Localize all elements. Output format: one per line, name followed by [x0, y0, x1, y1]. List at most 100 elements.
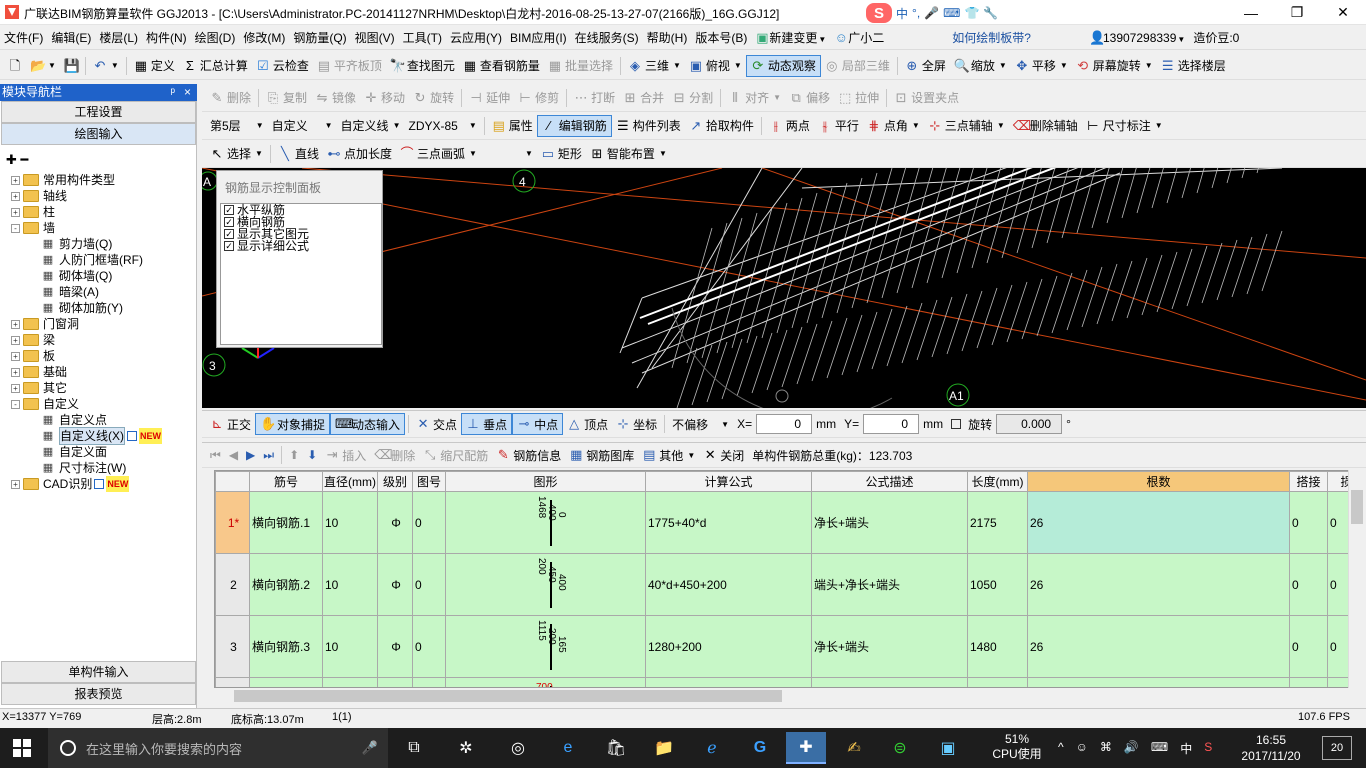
cell-len[interactable]: 700 — [967, 677, 1028, 687]
select-floor-button[interactable]: ☰ 选择楼层 — [1157, 55, 1230, 77]
cell-fig[interactable]: 1 — [412, 677, 446, 687]
expand-icon[interactable]: + — [11, 207, 20, 217]
tree-item[interactable]: ▦ 暗梁(A) — [41, 284, 99, 300]
single-component-button[interactable]: 单构件输入 — [1, 661, 196, 683]
cell-fig[interactable]: 0 — [412, 553, 446, 616]
tray-icons[interactable]: ^ ☺ ⌘ 🔊 ⌨ 中 S — [1058, 740, 1212, 757]
tree-item[interactable]: ▦ 自定义点 — [41, 412, 107, 428]
tree-item[interactable]: ▦ 砌体墙(Q) — [41, 268, 113, 284]
cell-fig[interactable]: 0 — [412, 615, 446, 678]
line-button[interactable]: ╲ 直线 — [274, 143, 323, 165]
menu-rebar[interactable]: 钢筋量(Q) — [289, 27, 350, 49]
cell-count[interactable]: 26 — [1027, 491, 1290, 554]
store-icon[interactable]: 🛍 — [596, 732, 636, 764]
cell-grade[interactable]: Φ — [377, 553, 413, 616]
component-list-button[interactable]: ☰ 构件列表 — [612, 115, 685, 137]
offset-button[interactable]: ⧉ 偏移 — [785, 87, 834, 109]
report-preview-button[interactable]: 报表预览 — [1, 683, 196, 705]
ggj-app-icon[interactable]: ✚ — [786, 732, 826, 764]
batch-select-button[interactable]: ▦ 批量选择 — [544, 55, 617, 77]
ie-icon[interactable]: ℯ — [692, 732, 732, 764]
cloud-check-button[interactable]: ☑ 云检查 — [252, 55, 313, 77]
first-record-button[interactable]: ⏮ — [206, 444, 225, 466]
table-row[interactable]: 4横向钢筋.410Φ1700700净长7002600 — [215, 677, 1363, 687]
table-row[interactable]: 2 横向钢筋.2 10 Φ 0 200 450 400 40*d+450+200 端头+净长+端头… — [215, 553, 1363, 616]
menu-cloud[interactable]: 云应用(Y) — [446, 27, 506, 49]
project-settings-button[interactable]: 工程设置 — [1, 101, 196, 123]
vertex-snap-button[interactable]: △ 顶点 — [563, 413, 612, 435]
chk-detailed-formula[interactable]: ✓ 显示详细公式 — [221, 240, 381, 252]
rebar-info-button[interactable]: ✎ 钢筋信息 — [492, 444, 565, 466]
expand-icon[interactable]: + — [11, 351, 20, 361]
select-button[interactable]: ↖ 选择 ▼ — [206, 143, 267, 165]
rotate-screen-button[interactable]: ⟲ 屏幕旋转 ▼ — [1072, 55, 1157, 77]
perp-snap-button[interactable]: ⊥ 垂点 — [461, 413, 513, 435]
browser-360-icon[interactable]: ◎ — [498, 732, 538, 764]
menu-view[interactable]: 视图(V) — [351, 27, 399, 49]
ime-tray[interactable]: 中 — [1180, 740, 1192, 757]
tree-item[interactable]: + 常用构件类型 — [11, 172, 115, 188]
cell-formula[interactable]: 1280+200 — [645, 615, 812, 678]
three-point-axis-button[interactable]: ⊹ 三点辅轴 ▼ — [924, 115, 1009, 137]
column-header[interactable] — [215, 471, 250, 492]
delete-button[interactable]: ✎ 删除 — [206, 87, 255, 109]
dynamic-input-button[interactable]: ⌨ 动态输入 — [330, 413, 406, 435]
intersect-snap-button[interactable]: ✕ 交点 — [412, 413, 461, 435]
cell-len[interactable]: 1050 — [967, 553, 1028, 616]
cell-name[interactable]: 横向钢筋.2 — [249, 553, 323, 616]
move-up-button[interactable]: ⬆ — [285, 444, 303, 466]
stretch-button[interactable]: ⬚ 拉伸 — [834, 87, 883, 109]
ime-toolbar[interactable]: S 中 °, 🎤 ⌨ 👕 🔧 — [866, 3, 1050, 23]
expand-icon[interactable]: + — [11, 191, 20, 201]
cell-dia[interactable]: 10 — [322, 491, 378, 554]
cell-lap[interactable]: 0 — [1289, 677, 1328, 687]
menu-version[interactable]: 版本号(B) — [691, 27, 751, 49]
split-button[interactable]: ⊟ 分割 — [668, 87, 717, 109]
cell-lap[interactable]: 0 — [1289, 491, 1328, 554]
tree-item[interactable]: ▦ 自定义面 — [41, 444, 107, 460]
close-nav-icon[interactable]: × — [184, 84, 191, 101]
collapse-icon[interactable]: - — [11, 399, 20, 409]
keyboard-tray-icon[interactable]: ⌨ — [1151, 740, 1168, 757]
zoom-button[interactable]: 🔍 缩放 ▼ — [950, 55, 1011, 77]
extend-button[interactable]: ⊣ 延伸 — [465, 87, 514, 109]
network-icon[interactable]: ⌘ — [1100, 740, 1112, 757]
open-file-button[interactable]: 📂 ▼ — [26, 55, 60, 77]
cell-grade[interactable]: Φ — [377, 615, 413, 678]
undo-button[interactable]: ↶ ▼ — [89, 55, 123, 77]
cell-desc[interactable]: 端头+净长+端头 — [811, 553, 968, 616]
tree-item[interactable]: + 柱 — [11, 204, 55, 220]
find-element-button[interactable]: 🔭 查找图元 — [386, 55, 459, 77]
pinwheel-icon[interactable]: ✲ — [446, 732, 486, 764]
expand-icon[interactable]: + — [11, 319, 20, 329]
define-button[interactable]: ▦ 定义 — [130, 55, 179, 77]
start-button[interactable] — [2, 732, 42, 764]
rebar-shape-cell[interactable]: 1115 200 165 — [445, 615, 646, 678]
column-header[interactable]: 根数 — [1027, 471, 1290, 492]
align-button[interactable]: ⫴ 对齐 ▼ — [724, 87, 785, 109]
menu-floor[interactable]: 楼层(L) — [95, 27, 142, 49]
delete-row-button[interactable]: ⌫ 删除 — [370, 444, 419, 466]
dimension-button[interactable]: ⊢ 尺寸标注 ▼ — [1082, 115, 1167, 137]
table-row[interactable]: 3 横向钢筋.3 10 Φ 0 1115 200 165 1280+200 净长+端头 1480 26… — [215, 615, 1363, 678]
tools-icon[interactable]: 🔧 — [983, 6, 998, 20]
flush-slab-button[interactable]: ▤ 平齐板顶 — [313, 55, 386, 77]
mirror-button[interactable]: ⇋ 镜像 — [311, 87, 360, 109]
save-button[interactable]: 💾 — [60, 55, 82, 77]
tree-item[interactable]: + 其它 — [11, 380, 67, 396]
glodon-icon[interactable]: G — [740, 732, 780, 764]
explorer-icon[interactable]: 📁 — [644, 732, 684, 764]
menu-tools[interactable]: 工具(T) — [399, 27, 446, 49]
trim-button[interactable]: ⊢ 修剪 — [514, 87, 563, 109]
cell-formula[interactable]: 1775+40*d — [645, 491, 812, 554]
cell-grade[interactable]: Φ — [377, 491, 413, 554]
cell-desc[interactable]: 净长+端头 — [811, 615, 968, 678]
ortho-button[interactable]: ⊾ 正交 — [206, 413, 255, 435]
blank-dropdown[interactable]: ▼ — [481, 143, 537, 165]
skin-icon[interactable]: 👕 — [964, 6, 979, 20]
prev-record-button[interactable]: ◀ — [225, 444, 242, 466]
help-link[interactable]: 如何绘制板带? — [948, 27, 1035, 49]
close-button[interactable]: ✕ — [1320, 0, 1366, 25]
menu-new-change[interactable]: ▣新建变更▼ — [751, 27, 830, 49]
tree-item[interactable]: + 基础 — [11, 364, 67, 380]
